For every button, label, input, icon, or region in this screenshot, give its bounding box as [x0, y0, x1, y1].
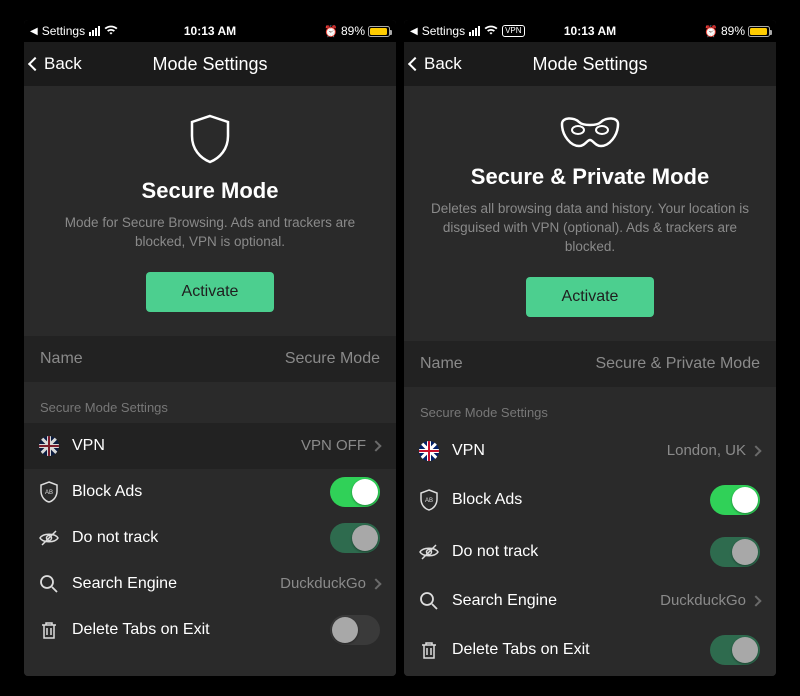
battery-icon	[748, 26, 770, 37]
block-ads-label: Block Ads	[72, 483, 330, 501]
eye-slash-icon	[38, 527, 60, 549]
back-label: Back	[424, 54, 462, 74]
battery-icon	[368, 26, 390, 37]
chevron-right-icon	[370, 578, 381, 589]
dnt-toggle[interactable]	[330, 523, 380, 553]
vpn-value: London, UK	[667, 442, 746, 459]
chevron-right-icon	[370, 440, 381, 451]
chevron-right-icon	[750, 595, 761, 606]
name-row[interactable]: Name Secure & Private Mode	[404, 341, 776, 387]
trash-icon	[38, 619, 60, 641]
block-ads-toggle[interactable]	[710, 485, 760, 515]
name-label: Name	[40, 350, 83, 368]
row-block-ads: AB Block Ads	[404, 474, 776, 526]
name-label: Name	[420, 355, 463, 373]
row-do-not-track: Do not track	[24, 515, 396, 561]
hero-section: Secure & Private Mode Deletes all browsi…	[404, 86, 776, 341]
vpn-badge: VPN	[502, 25, 524, 37]
vpn-value: VPN OFF	[301, 437, 366, 454]
block-ads-icon: AB	[418, 489, 440, 511]
battery-pct: 89%	[341, 24, 365, 38]
back-button[interactable]: Back	[30, 54, 82, 74]
svg-text:AB: AB	[45, 490, 53, 496]
block-ads-label: Block Ads	[452, 491, 710, 509]
dnt-label: Do not track	[452, 543, 710, 561]
svg-text:AB: AB	[425, 498, 433, 504]
clock: 10:13 AM	[564, 24, 616, 38]
search-engine-label: Search Engine	[452, 592, 660, 610]
dnt-label: Do not track	[72, 529, 330, 547]
status-bar: ◀ Settings 10:13 AM ⏰ 89%	[24, 20, 396, 42]
wifi-icon	[104, 24, 118, 38]
alarm-icon: ⏰	[704, 25, 718, 38]
row-search-engine[interactable]: Search Engine DuckduckGo	[404, 578, 776, 624]
delete-tabs-label: Delete Tabs on Exit	[452, 641, 710, 659]
row-block-ads: AB Block Ads	[24, 469, 396, 515]
status-bar: ◀ Settings VPN 10:13 AM ⏰ 89%	[404, 20, 776, 42]
row-do-not-track: Do not track	[404, 526, 776, 578]
page-title: Mode Settings	[532, 54, 647, 75]
magnifier-icon	[418, 590, 440, 612]
name-value: Secure Mode	[285, 350, 380, 368]
magnifier-icon	[38, 573, 60, 595]
nav-bar: Back Mode Settings	[24, 42, 396, 86]
back-label: Back	[44, 54, 82, 74]
search-engine-value: DuckduckGo	[660, 592, 746, 609]
delete-tabs-label: Delete Tabs on Exit	[72, 621, 330, 639]
eye-slash-icon	[418, 541, 440, 563]
vpn-label: VPN	[452, 442, 667, 460]
trash-icon	[418, 639, 440, 661]
section-header-settings: Secure Mode Settings	[24, 382, 396, 423]
hero-section: Secure Mode Mode for Secure Browsing. Ad…	[24, 86, 396, 336]
row-delete-tabs: Delete Tabs on Exit	[24, 607, 396, 653]
wifi-icon	[484, 24, 498, 38]
search-engine-value: DuckduckGo	[280, 575, 366, 592]
section-header-settings: Secure Mode Settings	[404, 387, 776, 428]
activate-button[interactable]: Activate	[146, 272, 275, 312]
hero-title: Secure Mode	[48, 178, 372, 204]
block-ads-toggle[interactable]	[330, 477, 380, 507]
flag-uk-icon	[418, 440, 440, 462]
page-title: Mode Settings	[152, 54, 267, 75]
search-engine-label: Search Engine	[72, 575, 280, 593]
hero-description: Mode for Secure Browsing. Ads and tracke…	[48, 214, 372, 252]
name-row[interactable]: Name Secure Mode	[24, 336, 396, 382]
row-vpn[interactable]: VPN VPN OFF	[24, 423, 396, 469]
breadcrumb-back-icon[interactable]: ◀	[30, 26, 38, 37]
clock: 10:13 AM	[184, 24, 236, 38]
signal-icon	[89, 26, 100, 36]
battery-pct: 89%	[721, 24, 745, 38]
hero-description: Deletes all browsing data and history. Y…	[428, 200, 752, 257]
breadcrumb-back-icon[interactable]: ◀	[410, 26, 418, 37]
row-delete-tabs: Delete Tabs on Exit	[404, 624, 776, 676]
breadcrumb-app[interactable]: Settings	[422, 24, 465, 38]
mask-icon	[428, 114, 752, 150]
hero-title: Secure & Private Mode	[428, 164, 752, 190]
signal-icon	[469, 26, 480, 36]
section-header-basics: BASICS	[24, 653, 396, 676]
chevron-right-icon	[750, 445, 761, 456]
breadcrumb-app[interactable]: Settings	[42, 24, 85, 38]
name-value: Secure & Private Mode	[595, 355, 760, 373]
activate-button[interactable]: Activate	[526, 277, 655, 317]
delete-tabs-toggle[interactable]	[330, 615, 380, 645]
back-button[interactable]: Back	[410, 54, 462, 74]
shield-icon	[48, 114, 372, 164]
chevron-left-icon	[28, 57, 42, 71]
vpn-label: VPN	[72, 437, 301, 455]
nav-bar: Back Mode Settings	[404, 42, 776, 86]
chevron-left-icon	[408, 57, 422, 71]
screen-secure-private-mode: ◀ Settings VPN 10:13 AM ⏰ 89% Back Mode …	[404, 20, 776, 676]
alarm-icon: ⏰	[324, 25, 338, 38]
row-vpn[interactable]: VPN London, UK	[404, 428, 776, 474]
dnt-toggle[interactable]	[710, 537, 760, 567]
screen-secure-mode: ◀ Settings 10:13 AM ⏰ 89% Back Mode Sett…	[24, 20, 396, 676]
block-ads-icon: AB	[38, 481, 60, 503]
row-search-engine[interactable]: Search Engine DuckduckGo	[24, 561, 396, 607]
delete-tabs-toggle[interactable]	[710, 635, 760, 665]
flag-uk-icon	[38, 435, 60, 457]
